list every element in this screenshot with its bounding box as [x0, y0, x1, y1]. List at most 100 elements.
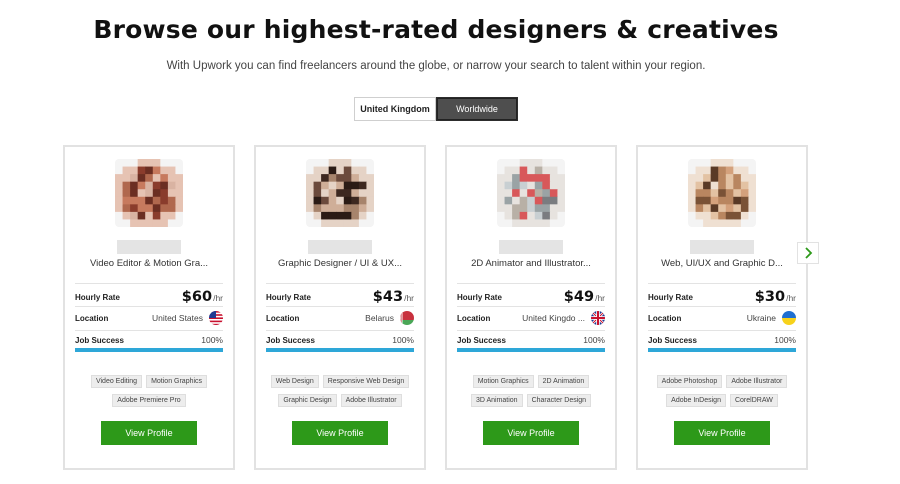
- location-label: Location: [266, 313, 300, 323]
- skill-tag[interactable]: Responsive Web Design: [322, 375, 410, 388]
- region-toggle: United Kingdom Worldwide: [354, 97, 518, 121]
- carousel-next-button[interactable]: [797, 242, 819, 264]
- job-success-value: 100%: [392, 335, 414, 345]
- freelancer-title: Graphic Designer / UI & UX...: [277, 258, 403, 269]
- job-success-bar: [457, 348, 605, 352]
- job-success-bar: [75, 348, 223, 352]
- skill-tag[interactable]: Adobe Illustrator: [340, 394, 402, 407]
- skill-tag[interactable]: Adobe Photoshop: [656, 375, 723, 388]
- skill-tag[interactable]: Graphic Design: [278, 394, 337, 407]
- hourly-rate: $30/hr: [755, 289, 796, 305]
- hourly-rate-label: Hourly Rate: [457, 292, 502, 302]
- avatar[interactable]: [115, 159, 183, 227]
- location-label: Location: [457, 313, 491, 323]
- hourly-rate-label: Hourly Rate: [266, 292, 311, 302]
- skill-tag[interactable]: Adobe Premiere Pro: [112, 394, 186, 407]
- hourly-rate-label: Hourly Rate: [648, 292, 693, 302]
- page-subtitle: With Upwork you can find freelancers aro…: [166, 60, 706, 72]
- hourly-rate-value: $43: [372, 289, 404, 305]
- hourly-rate-value: $30: [754, 289, 786, 305]
- job-success-row: Job Success 100%: [457, 333, 605, 347]
- job-success-label: Job Success: [648, 335, 697, 345]
- job-success-row: Job Success 100%: [75, 333, 223, 347]
- location-row: Location United Kingdo ...: [457, 309, 605, 327]
- page-title: Browse our highest-rated designers & cre…: [93, 15, 779, 44]
- skill-tag[interactable]: Video Editing: [90, 375, 143, 388]
- skill-tags: Web Design Responsive Web Design Graphic D…: [260, 375, 420, 407]
- hourly-rate: $43/hr: [373, 289, 414, 305]
- job-success-value: 100%: [583, 335, 605, 345]
- us-flag-icon: [209, 311, 223, 325]
- divider: [457, 283, 605, 284]
- skill-tag[interactable]: Motion Graphics: [146, 375, 208, 388]
- freelancer-name-blurred: [690, 240, 754, 254]
- skill-tag[interactable]: Character Design: [526, 394, 592, 407]
- job-success-value: 100%: [774, 335, 796, 345]
- freelancer-name-blurred: [117, 240, 181, 254]
- skill-tags: Motion Graphics 2D Animation 3D Animation C…: [451, 375, 611, 407]
- hourly-rate-value: $60: [181, 289, 213, 305]
- skill-tag[interactable]: CorelDRAW: [729, 394, 778, 407]
- skill-tag[interactable]: Web Design: [270, 375, 319, 388]
- location-label: Location: [648, 313, 682, 323]
- skill-tags: Adobe Photoshop Adobe Illustrator Adobe In…: [642, 375, 802, 407]
- skill-tag[interactable]: Adobe Illustrator: [726, 375, 788, 388]
- divider: [648, 283, 796, 284]
- toggle-united-kingdom[interactable]: United Kingdom: [354, 97, 436, 121]
- location-row: Location United States: [75, 309, 223, 327]
- ukraine-flag-icon: [782, 311, 796, 325]
- freelancer-title: 2D Animator and Illustrator...: [471, 258, 591, 269]
- hourly-rate-unit: /hr: [786, 293, 796, 303]
- job-success-bar-fill: [266, 348, 414, 352]
- job-success-label: Job Success: [457, 335, 506, 345]
- avatar[interactable]: [688, 159, 756, 227]
- skill-tag[interactable]: 3D Animation: [470, 394, 523, 407]
- job-success-bar-fill: [75, 348, 223, 352]
- job-success-row: Job Success 100%: [266, 333, 414, 347]
- freelancer-name-blurred: [308, 240, 372, 254]
- skill-tag[interactable]: Adobe InDesign: [666, 394, 726, 407]
- divider: [648, 330, 796, 331]
- freelancer-title: Video Editor & Motion Gra...: [89, 258, 209, 269]
- job-success-bar-fill: [648, 348, 796, 352]
- divider: [75, 330, 223, 331]
- location-value: United Kingdo ...: [522, 313, 585, 323]
- freelancer-card: 2D Animator and Illustrator... Hourly Rat…: [445, 145, 617, 470]
- view-profile-button[interactable]: View Profile: [292, 421, 388, 445]
- divider: [266, 283, 414, 284]
- freelancer-card: Graphic Designer / UI & UX... Hourly Rate…: [254, 145, 426, 470]
- job-success-bar-fill: [457, 348, 605, 352]
- job-success-label: Job Success: [75, 335, 124, 345]
- hourly-rate-value: $49: [563, 289, 595, 305]
- divider: [75, 283, 223, 284]
- job-success-bar: [648, 348, 796, 352]
- location-value: Belarus: [365, 313, 394, 323]
- location-label: Location: [75, 313, 109, 323]
- job-success-value: 100%: [201, 335, 223, 345]
- divider: [457, 306, 605, 307]
- skill-tag[interactable]: 2D Animation: [537, 375, 590, 388]
- skill-tags: Video Editing Motion Graphics Adobe Premie…: [69, 375, 229, 407]
- view-profile-button[interactable]: View Profile: [483, 421, 579, 445]
- skill-tag[interactable]: Motion Graphics: [472, 375, 534, 388]
- avatar[interactable]: [306, 159, 374, 227]
- job-success-label: Job Success: [266, 335, 315, 345]
- divider: [648, 306, 796, 307]
- view-profile-button[interactable]: View Profile: [674, 421, 770, 445]
- divider: [75, 306, 223, 307]
- avatar[interactable]: [497, 159, 565, 227]
- freelancer-title: Web, UI/UX and Graphic D...: [661, 258, 783, 269]
- view-profile-button[interactable]: View Profile: [101, 421, 197, 445]
- location-row: Location Belarus: [266, 309, 414, 327]
- hourly-rate-unit: /hr: [213, 293, 223, 303]
- hourly-rate-unit: /hr: [404, 293, 414, 303]
- divider: [457, 330, 605, 331]
- chevron-right-icon: [805, 247, 813, 259]
- location-row: Location Ukraine: [648, 309, 796, 327]
- uk-flag-icon: [591, 311, 605, 325]
- toggle-worldwide[interactable]: Worldwide: [436, 97, 518, 121]
- job-success-bar: [266, 348, 414, 352]
- location-value: Ukraine: [746, 313, 776, 323]
- job-success-row: Job Success 100%: [648, 333, 796, 347]
- location-value: United States: [151, 313, 203, 323]
